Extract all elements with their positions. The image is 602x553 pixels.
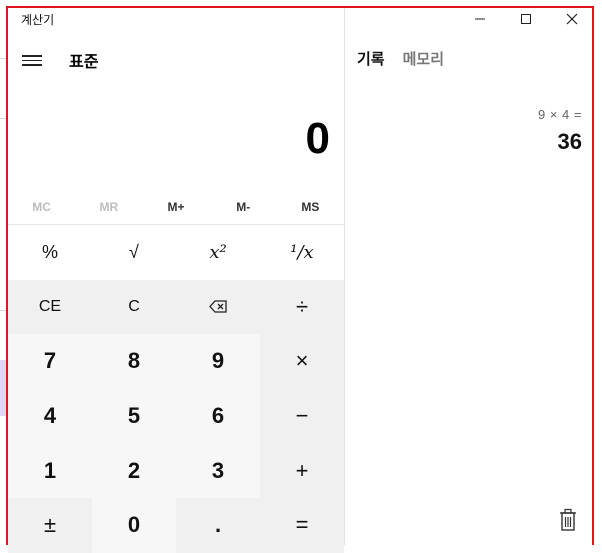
tab-memory[interactable]: 메모리: [403, 48, 444, 69]
side-tabs: 기록 메모리: [357, 48, 444, 69]
keypad-row-123: 1 2 3 +: [8, 443, 344, 498]
calculator-window: 계산기 표준 0 MC MR M+ M- MS % √ x² ¹/x CE C …: [6, 6, 594, 553]
keypad: % √ x² ¹/x CE C ÷ 7 8 9 × 4 5 6 − 1 2 3 …: [8, 224, 344, 553]
close-button[interactable]: [549, 8, 595, 30]
digit-4-button[interactable]: 4: [8, 388, 92, 444]
memory-add-button[interactable]: M+: [142, 190, 209, 224]
maximize-icon: [521, 14, 531, 24]
memory-recall-button[interactable]: MR: [75, 190, 142, 224]
digit-6-button[interactable]: 6: [176, 388, 260, 444]
digit-2-button[interactable]: 2: [92, 443, 176, 498]
keypad-row-clear: CE C ÷: [8, 279, 344, 335]
digit-3-button[interactable]: 3: [176, 443, 260, 498]
memory-row: MC MR M+ M- MS: [8, 190, 344, 224]
menu-hamburger-icon[interactable]: [22, 52, 42, 68]
memory-store-button[interactable]: MS: [277, 190, 344, 224]
mode-title: 표준: [69, 54, 99, 71]
app-title: 계산기: [21, 13, 55, 27]
title-bar: 계산기: [8, 8, 592, 30]
result-display: 0: [305, 114, 330, 163]
digit-7-button[interactable]: 7: [8, 334, 92, 389]
calculator-panel: 표준 0 MC MR M+ M- MS % √ x² ¹/x CE C ÷ 7 …: [8, 30, 344, 553]
tab-history[interactable]: 기록: [357, 48, 385, 69]
clear-button[interactable]: C: [92, 279, 176, 335]
subtract-button[interactable]: −: [260, 388, 344, 444]
minimize-icon: [475, 18, 485, 20]
digit-8-button[interactable]: 8: [92, 334, 176, 389]
memory-clear-button[interactable]: MC: [8, 190, 75, 224]
close-icon: [566, 13, 578, 25]
trash-icon: [560, 508, 576, 531]
memory-subtract-button[interactable]: M-: [210, 190, 277, 224]
maximize-button[interactable]: [503, 8, 549, 30]
history-panel: 기록 메모리 9 × 4 = 36: [345, 30, 592, 545]
backspace-icon: [209, 300, 227, 314]
history-expression[interactable]: 9 × 4 =: [538, 107, 582, 122]
digit-0-button[interactable]: 0: [92, 497, 176, 553]
square-root-button[interactable]: √: [92, 225, 176, 280]
keypad-row-789: 7 8 9 ×: [8, 334, 344, 389]
square-button[interactable]: x²: [176, 225, 260, 280]
history-result[interactable]: 36: [558, 129, 582, 155]
add-button[interactable]: +: [260, 443, 344, 498]
digit-1-button[interactable]: 1: [8, 443, 92, 498]
keypad-row-456: 4 5 6 −: [8, 388, 344, 444]
minimize-button[interactable]: [457, 8, 503, 30]
reciprocal-button[interactable]: ¹/x: [260, 225, 344, 280]
equals-button[interactable]: =: [260, 497, 344, 553]
digit-5-button[interactable]: 5: [92, 388, 176, 444]
multiply-button[interactable]: ×: [260, 334, 344, 389]
clear-entry-button[interactable]: CE: [8, 279, 92, 335]
keypad-row-bottom: ± 0 . =: [8, 497, 344, 553]
digit-9-button[interactable]: 9: [176, 334, 260, 389]
keypad-row-functions: % √ x² ¹/x: [8, 224, 344, 280]
delete-history-button[interactable]: [557, 508, 579, 532]
backspace-button[interactable]: [176, 279, 260, 335]
decimal-button[interactable]: .: [176, 497, 260, 553]
negate-button[interactable]: ±: [8, 497, 92, 553]
divide-button[interactable]: ÷: [260, 279, 344, 335]
percent-button[interactable]: %: [8, 225, 92, 280]
